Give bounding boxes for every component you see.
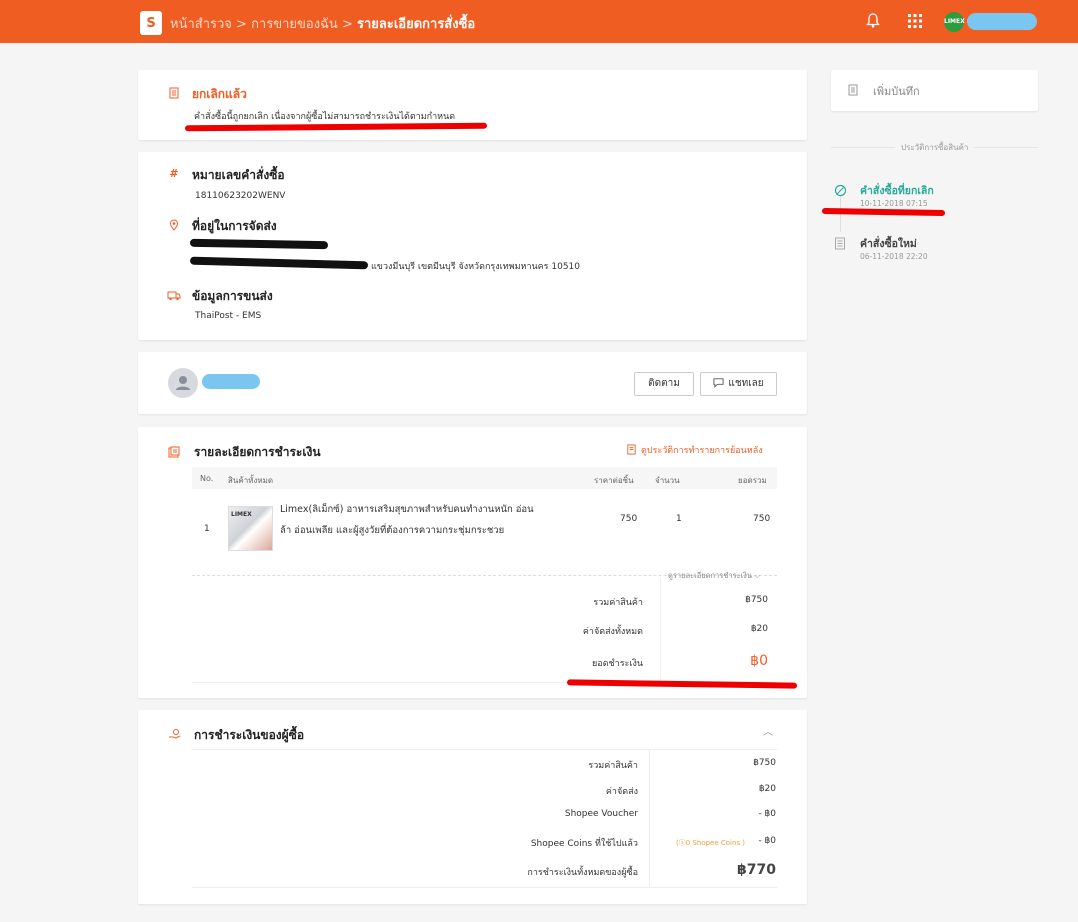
- breadcrumb-home[interactable]: หน้าสำรวจ: [170, 17, 232, 32]
- bp-voucher-label: Shopee Voucher: [564, 809, 638, 819]
- bill-icon: [168, 446, 180, 458]
- buyer-avatar[interactable]: [168, 368, 198, 398]
- unit-price: 750: [620, 514, 638, 524]
- chevron-up-icon[interactable]: ︿: [763, 723, 773, 738]
- truck-icon: [167, 291, 181, 301]
- new-order-icon: [835, 237, 845, 250]
- hashtag-icon: #: [169, 167, 179, 180]
- col-unit-price: ราคาต่อชิ้น: [594, 476, 634, 485]
- document-icon: [627, 444, 636, 455]
- bp-shipping-value: ฿20: [758, 784, 776, 794]
- chevron-down-icon: ⌵: [754, 571, 761, 580]
- user-silhouette-icon: [176, 376, 190, 390]
- follow-button[interactable]: ติดตาม: [634, 372, 694, 396]
- top-bar: S หน้าสำรวจ > การขายของฉัน > รายละเอียดก…: [0, 0, 1078, 43]
- col-no: No.: [200, 474, 214, 483]
- payment-detail-card: รายละเอียดการชำระเงิน ดูประวัติการทำรายก…: [138, 427, 807, 698]
- shopee-logo[interactable]: S: [140, 11, 162, 35]
- redacted-username: [967, 13, 1037, 30]
- subtotal-value: ฿750: [745, 595, 768, 605]
- event-cancelled-title: คำสั่งซื้อที่ยกเลิก: [860, 185, 934, 197]
- col-quantity: จำนวน: [655, 476, 680, 485]
- redacted-buyer-name: [202, 374, 260, 389]
- bp-voucher-value: - ฿0: [758, 809, 776, 819]
- bp-total-label: การชำระเงินทั้งหมดของผู้ซื้อ: [527, 868, 638, 878]
- divider-space: [660, 668, 777, 682]
- receipt-icon: [169, 87, 179, 99]
- event-new-order-time: 06-11-2018 22:20: [860, 252, 928, 261]
- shop-avatar[interactable]: LIMEX: [944, 12, 965, 32]
- product-name-line1[interactable]: Limex(ลิเม็กซ์) อาหารเสริมสุขภาพสำหรับคน…: [280, 502, 534, 517]
- bp-total-value: ฿770: [737, 862, 776, 878]
- breadcrumb-separator: >: [337, 17, 357, 32]
- product-thumbnail[interactable]: LIMEX: [228, 506, 273, 551]
- thumbnail-brand: LIMEX: [231, 511, 252, 518]
- shipping-total-label: ค่าจัดส่งทั้งหมด: [582, 627, 643, 637]
- grand-total-label: ยอดชำระเงิน: [592, 659, 643, 669]
- buyer-payment-title: การชำระเงินของผู้ซื้อ: [194, 728, 305, 742]
- breadcrumb-my-sales[interactable]: การขายของฉัน: [251, 17, 338, 32]
- order-number-value: 18110623202WENV: [195, 191, 286, 201]
- payment-title: รายละเอียดการชำระเงิน: [194, 445, 321, 459]
- note-icon: [848, 84, 858, 96]
- bp-subtotal-value: ฿750: [753, 758, 776, 768]
- breadcrumb-separator: >: [231, 17, 252, 32]
- logo-letter: S: [146, 16, 156, 31]
- cancelled-icon: [834, 184, 847, 197]
- buyer-payment-card: การชำระเงินของผู้ซื้อ ︿ รวมค่าสินค้า ฿75…: [138, 710, 807, 904]
- buyer-card: ติดตาม แชทเลย: [138, 352, 807, 414]
- subtotal-label: รวมค่าสินค้า: [593, 598, 643, 608]
- bp-subtotal-label: รวมค่าสินค้า: [588, 761, 638, 771]
- line-total: 750: [753, 514, 771, 524]
- summary-divider: [660, 579, 661, 683]
- buyer-payment-top-border: [192, 749, 777, 750]
- payment-detail-toggle-label: ดูรายละเอียดการชำระเงิน: [668, 571, 752, 580]
- buyer-payment-divider: [649, 749, 650, 887]
- add-note-label: เพิ่มบันทึก: [873, 85, 920, 98]
- col-total: ยอดรวม: [738, 476, 767, 485]
- status-message: คำสั่งซื้อนี้ถูกยกเลิก เนื่องจากผู้ซื้อไ…: [194, 112, 456, 122]
- shipping-label: ข้อมูลการขนส่ง: [192, 289, 273, 303]
- transaction-history-label: ดูประวัติการทำรายการย้อนหลัง: [641, 446, 763, 456]
- chat-label: แชทเลย: [728, 378, 764, 389]
- breadcrumb: หน้าสำรวจ > การขายของฉัน > รายละเอียดการ…: [170, 13, 475, 34]
- location-pin-icon: [169, 219, 179, 231]
- transaction-history-link[interactable]: ดูประวัติการทำรายการย้อนหลัง: [626, 443, 763, 457]
- event-cancelled-time: 10-11-2018 07:15: [860, 199, 928, 208]
- coins-note: (ⓢ0 Shopee Coins ): [676, 839, 746, 847]
- bp-coins-value: - ฿0: [758, 836, 776, 846]
- bp-shipping-label: ค่าจัดส่ง: [605, 787, 638, 797]
- history-title: ประวัติการซื้อสินค้า: [895, 141, 975, 154]
- event-new-order-title: คำสั่งซื้อใหม่: [860, 238, 917, 250]
- row-no: 1: [204, 524, 210, 534]
- breadcrumb-current: รายละเอียดการสั่งซื้อ: [356, 17, 476, 32]
- grand-total-value: ฿0: [750, 653, 768, 669]
- col-products: สินค้าทั้งหมด: [228, 476, 274, 485]
- notification-bell-icon[interactable]: [866, 13, 880, 28]
- status-title: ยกเลิกแล้ว: [192, 87, 247, 101]
- table-row: 1 LIMEX Limex(ลิเม็กซ์) อาหารเสริมสุขภาพ…: [192, 493, 777, 573]
- quantity: 1: [676, 514, 682, 524]
- shipping-total-value: ฿20: [750, 624, 768, 634]
- table-header: No. สินค้าทั้งหมด ราคาต่อชิ้น จำนวน ยอดร…: [192, 467, 777, 489]
- chat-button[interactable]: แชทเลย: [700, 372, 777, 396]
- bp-coins-label: Shopee Coins ที่ใช้ไปแล้ว: [530, 839, 638, 849]
- payment-detail-toggle[interactable]: ดูรายละเอียดการชำระเงิน ⌵: [668, 570, 760, 582]
- apps-grid-icon[interactable]: [908, 14, 922, 28]
- coins-hand-icon: [169, 729, 181, 739]
- buyer-payment-bottom-border: [192, 887, 777, 888]
- add-note-card[interactable]: เพิ่มบันทึก: [831, 70, 1038, 111]
- order-number-label: หมายเลขคำสั่งซื้อ: [192, 168, 285, 182]
- product-name-line2[interactable]: ล้า อ่อนเพลีย และผู้สูงวัยที่ต้องการความ…: [280, 523, 504, 538]
- shipping-value: ThaiPost - EMS: [195, 311, 262, 321]
- address-tail: แขวงมีนบุรี เขตมีนบุรี จังหวัดกรุงเทพมหา…: [371, 262, 580, 272]
- chat-icon: [713, 378, 724, 388]
- address-label: ที่อยู่ในการจัดส่ง: [192, 219, 277, 233]
